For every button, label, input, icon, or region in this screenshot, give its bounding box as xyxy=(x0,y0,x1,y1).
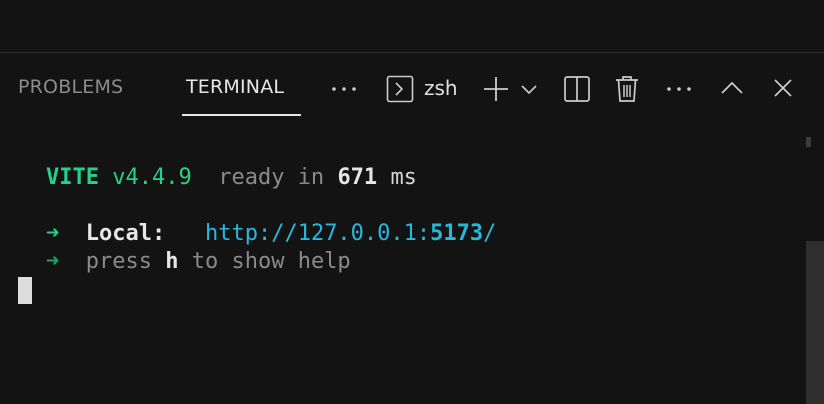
terminal-output[interactable]: VITE v4.4.9 ready in 671 ms ➜ Local: htt… xyxy=(0,123,824,404)
terminal-icon[interactable] xyxy=(386,75,414,103)
tab-terminal[interactable]: TERMINAL xyxy=(186,76,284,98)
shell-name[interactable]: zsh xyxy=(424,76,458,100)
split-terminal-icon[interactable] xyxy=(563,75,591,103)
vite-name: VITE xyxy=(46,165,99,190)
overview-ruler-mark xyxy=(806,137,811,147)
arrow-icon: ➜ xyxy=(46,249,60,274)
help-key: h xyxy=(165,249,179,274)
help-suffix: to show help xyxy=(191,249,351,274)
local-url-line: ➜ Local: http://127.0.0.1:5173/ xyxy=(46,220,496,248)
close-icon[interactable] xyxy=(773,78,793,98)
panel-tab-bar: PROBLEMS TERMINAL zsh xyxy=(0,53,824,123)
ready-ms: 671 xyxy=(337,165,378,190)
chevron-up-icon[interactable] xyxy=(720,79,744,97)
arrow-icon: ➜ xyxy=(46,221,60,246)
local-label: Local: xyxy=(85,221,166,246)
plus-icon[interactable] xyxy=(482,75,510,103)
chevron-down-icon[interactable] xyxy=(520,82,538,96)
active-tab-indicator xyxy=(182,114,301,116)
ellipsis-icon[interactable] xyxy=(330,79,360,99)
tab-problems[interactable]: PROBLEMS xyxy=(18,76,123,98)
terminal-scrollbar[interactable] xyxy=(806,241,824,404)
local-url-base[interactable]: http://127.0.0.1: xyxy=(205,221,430,246)
local-url-suffix[interactable]: / xyxy=(483,221,496,246)
ready-prefix: ready in xyxy=(218,165,325,190)
local-url-port[interactable]: 5173 xyxy=(430,221,483,246)
more-actions-icon[interactable] xyxy=(665,79,695,99)
terminal-cursor xyxy=(18,277,32,304)
ready-unit: ms xyxy=(390,165,417,190)
help-line: ➜ press h to show help xyxy=(46,248,351,276)
vite-ready-line: VITE v4.4.9 ready in 671 ms xyxy=(46,164,417,192)
vite-version: v4.4.9 xyxy=(112,165,192,190)
trash-icon[interactable] xyxy=(613,74,641,104)
help-prefix: press xyxy=(85,249,152,274)
